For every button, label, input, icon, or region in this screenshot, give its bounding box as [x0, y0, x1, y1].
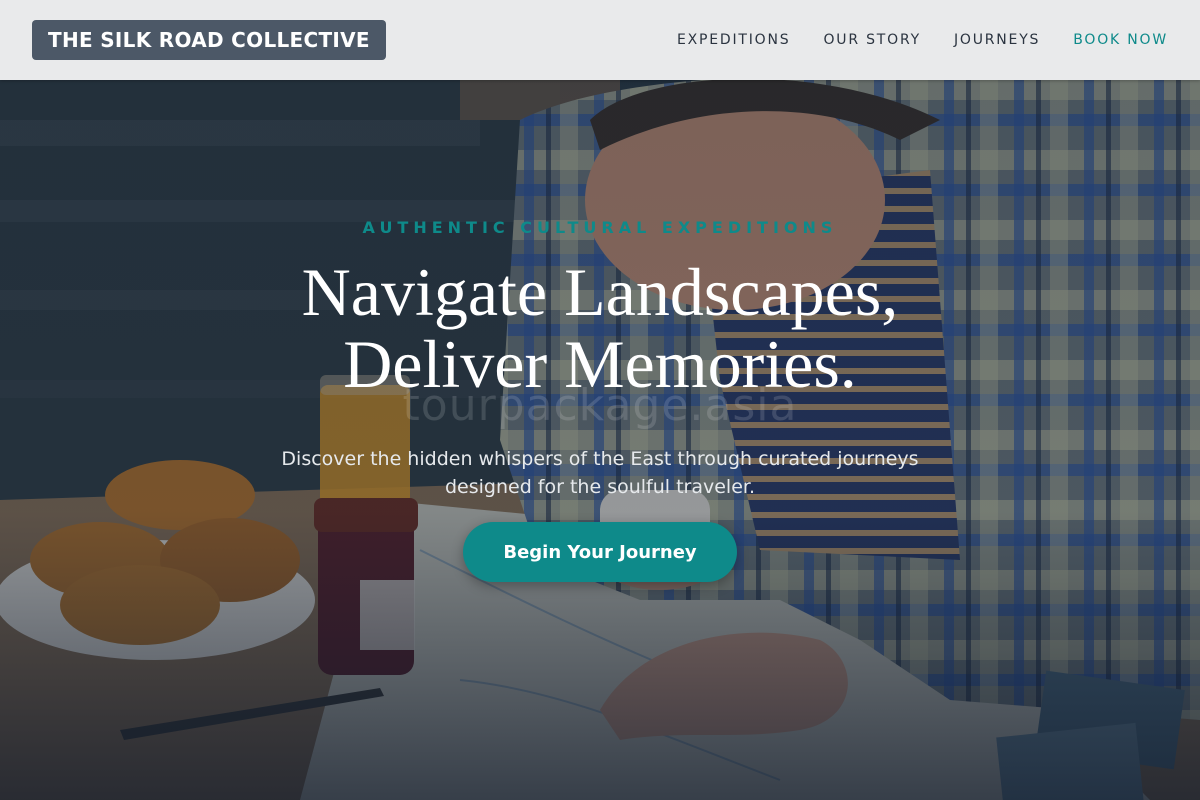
hero-headline: Navigate Landscapes, Deliver Memories. [0, 256, 1200, 400]
hero-eyebrow: AUTHENTIC CULTURAL EXPEDITIONS [362, 218, 838, 237]
hero-content: AUTHENTIC CULTURAL EXPEDITIONS Navigate … [0, 80, 1200, 800]
nav-link-expeditions[interactable]: EXPEDITIONS [677, 32, 791, 48]
site-header: THE SILK ROAD COLLECTIVE EXPEDITIONS OUR… [0, 0, 1200, 80]
brand-logo[interactable]: THE SILK ROAD COLLECTIVE [32, 20, 386, 60]
hero-headline-line-1: Navigate Landscapes, [301, 254, 899, 330]
nav-link-book-now[interactable]: BOOK NOW [1073, 32, 1168, 48]
nav-link-our-story[interactable]: OUR STORY [823, 32, 921, 48]
nav-link-journeys[interactable]: JOURNEYS [954, 32, 1040, 48]
main-nav: EXPEDITIONS OUR STORY JOURNEYS BOOK NOW [677, 32, 1168, 48]
begin-journey-button[interactable]: Begin Your Journey [463, 522, 737, 582]
watermark-text: tourpackage.asia [402, 380, 798, 431]
hero-subtitle: Discover the hidden whispers of the East… [281, 448, 919, 498]
